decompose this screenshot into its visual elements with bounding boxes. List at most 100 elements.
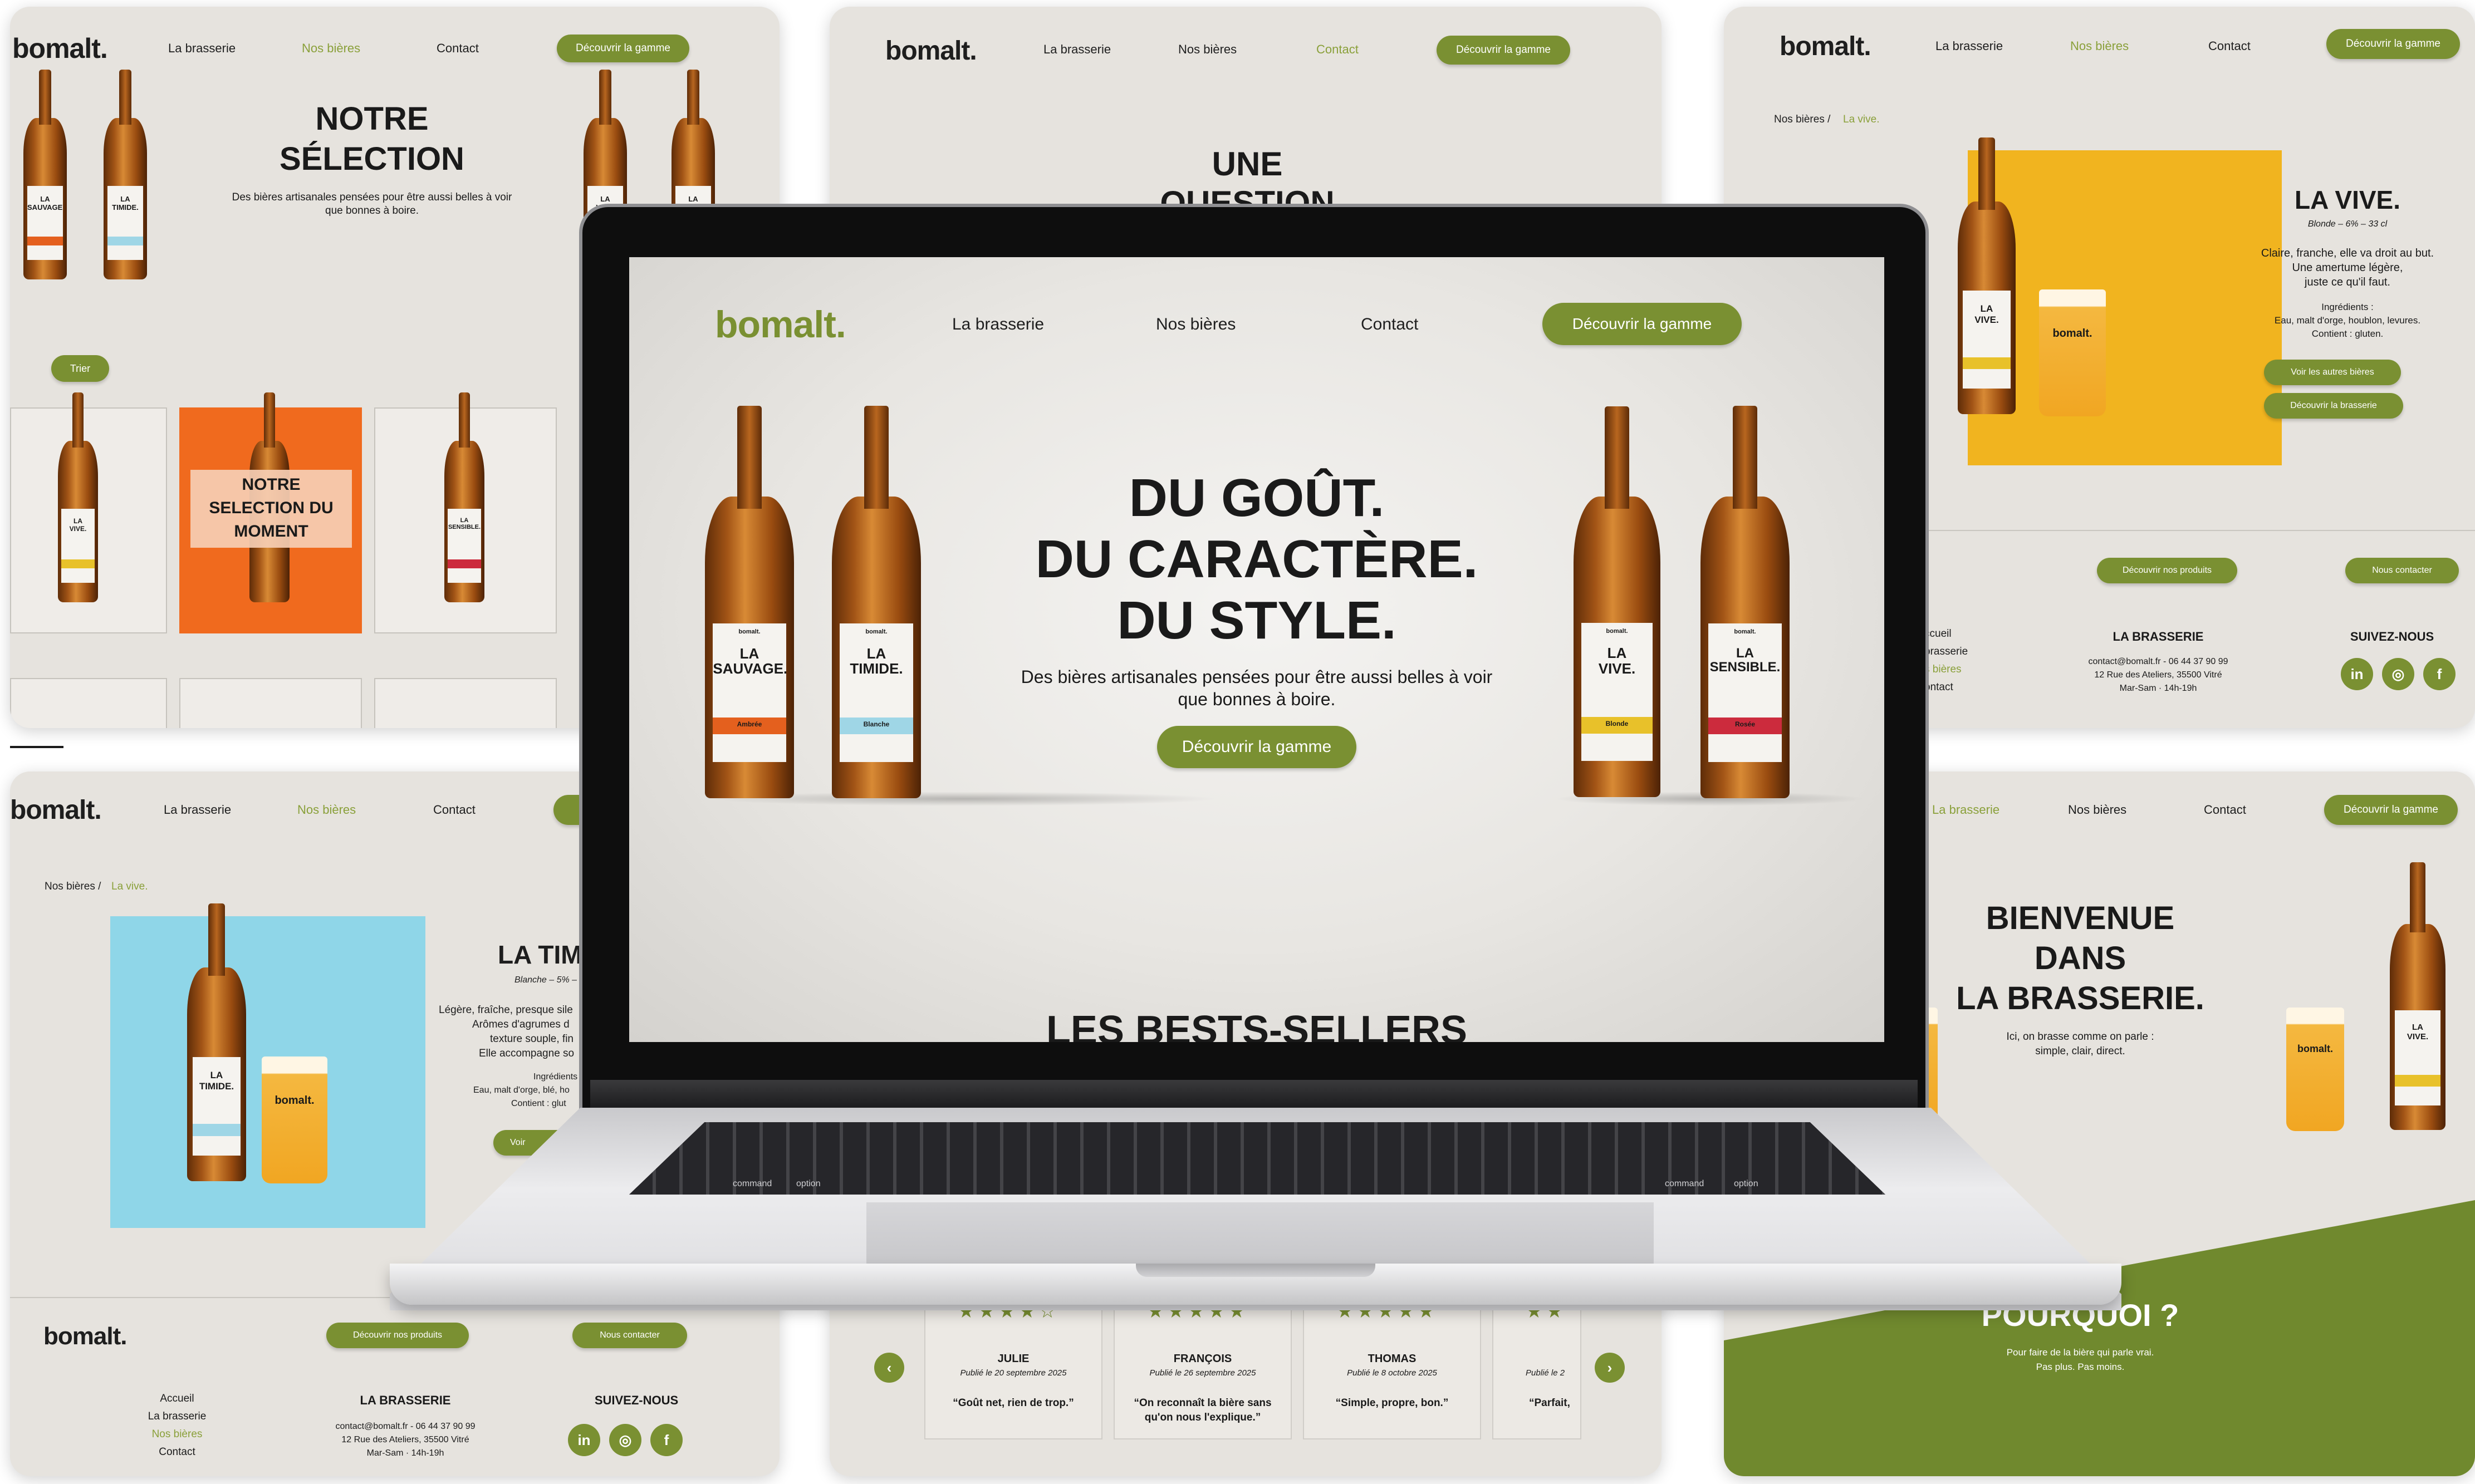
nav-brasserie[interactable]: La brasserie — [1043, 42, 1111, 57]
nav-contact[interactable]: Contact — [2208, 39, 2251, 53]
bottle-sauvage: LA SAUVAGE. — [23, 70, 67, 279]
product-card[interactable] — [179, 678, 362, 728]
bestsellers-heading: LES BESTS-SELLERS — [1046, 1008, 1468, 1042]
product-bottle-timide: LA TIMIDE. — [187, 903, 246, 1181]
label-brand: bomalt. — [1734, 628, 1756, 635]
laptop-hinge — [590, 1080, 1918, 1108]
facebook-icon[interactable]: f — [2423, 658, 2456, 690]
card-bottle-vive: LA VIVE. — [58, 392, 98, 602]
label-line2: SENSIBLE. — [1709, 660, 1781, 675]
selection-title-line2: SÉLECTION — [280, 141, 464, 177]
nav-cta-button[interactable]: Découvrir la gamme — [2326, 29, 2460, 59]
review-date: Publié le 2 — [1526, 1368, 1565, 1378]
discover-products-button[interactable]: Découvrir nos produits — [326, 1323, 469, 1348]
footer-hours: Mar-Sam · 14h-19h — [2119, 684, 2197, 693]
logo[interactable]: bomalt. — [715, 303, 846, 346]
contact-button[interactable]: Nous contacter — [2345, 558, 2459, 583]
footer-link-bieres[interactable]: Nos bières — [110, 1428, 244, 1441]
footer-link-contact[interactable]: Contact — [110, 1446, 244, 1458]
discover-products-button[interactable]: Découvrir nos produits — [2097, 558, 2237, 583]
nav-bieres[interactable]: Nos bières — [2070, 39, 2129, 53]
nav-contact[interactable]: Contact — [1316, 42, 1359, 57]
follow-title: SUIVEZ-NOUS — [594, 1393, 679, 1407]
breadcrumb-parent[interactable]: Nos bières / — [45, 881, 101, 893]
hero-title-line1: DU GOÛT. — [1129, 468, 1385, 528]
nav-contact[interactable]: Contact — [437, 41, 479, 56]
nav-contact[interactable]: Contact — [1361, 315, 1418, 334]
bienvenue-line3: LA BRASSERIE. — [1956, 980, 2204, 1016]
product-card[interactable] — [374, 678, 557, 728]
nav-cta-button[interactable]: Découvrir la gamme — [1437, 36, 1570, 65]
nav-brasserie[interactable]: La brasserie — [952, 315, 1044, 334]
carousel-next-button[interactable]: › — [1595, 1353, 1625, 1383]
footer-link-brasserie[interactable]: brasserie — [1924, 646, 1968, 658]
breadcrumb-parent[interactable]: Nos bières / — [1774, 114, 1830, 126]
linkedin-icon[interactable]: in — [568, 1424, 600, 1456]
product-card[interactable] — [10, 678, 167, 728]
follow-title: SUIVEZ-NOUS — [2350, 630, 2434, 643]
nav-brasserie[interactable]: La brasserie — [164, 803, 231, 817]
beer-glass: bomalt. — [2039, 289, 2106, 416]
nav-cta-button[interactable]: Découvrir la gamme — [557, 35, 689, 62]
nav-contact[interactable]: Contact — [2204, 803, 2246, 817]
nav-bieres[interactable]: Nos bières — [297, 803, 356, 817]
label-line2: TIMIDE. — [850, 660, 903, 677]
product-desc-2: Arômes d'agrumes d — [472, 1019, 570, 1030]
instagram-icon[interactable]: ◎ — [2382, 658, 2414, 690]
footer-link-brasserie[interactable]: La brasserie — [110, 1411, 244, 1423]
footer-link-home[interactable]: Accueil — [110, 1393, 244, 1405]
question-title-line1: UNE — [1212, 145, 1283, 183]
card-bottle-sensible: LA SENSIBLE. — [444, 392, 484, 602]
hero-title-line3: DU STYLE. — [1117, 591, 1396, 650]
label-line1: LA — [866, 645, 886, 662]
logo[interactable]: bomalt. — [10, 795, 102, 825]
hero-bottle-timide: bomalt. LA TIMIDE. Blanche — [832, 406, 921, 798]
discover-brasserie-button[interactable]: Découvrir la brasserie — [2264, 393, 2403, 419]
footer-link-contact[interactable]: ontact — [1924, 681, 1953, 694]
hero-cta-button[interactable]: Découvrir la gamme — [1157, 726, 1356, 768]
ingredients-line-2: Contient : glut — [511, 1099, 566, 1108]
bottle-timide: LA TIMIDE. — [104, 70, 147, 279]
nav-bieres[interactable]: Nos bières — [1178, 42, 1237, 57]
product-desc-3: juste ce qu'il faut. — [2305, 276, 2390, 288]
nav-cta-button[interactable]: Découvrir la gamme — [1542, 303, 1742, 345]
nav-bieres[interactable]: Nos bières — [1156, 315, 1236, 334]
beer-glass: bomalt. — [262, 1057, 327, 1183]
label-line1: LA — [1607, 645, 1627, 662]
logo[interactable]: bomalt. — [12, 32, 108, 65]
ingredients-label: Ingrédients — [533, 1072, 578, 1082]
linkedin-icon[interactable]: in — [2341, 658, 2373, 690]
carousel-prev-button[interactable]: ‹ — [874, 1353, 904, 1383]
filter-button[interactable]: Trier — [51, 355, 109, 382]
ingredients-label: Ingrédients : — [2321, 302, 2374, 312]
logo[interactable]: bomalt. — [885, 36, 977, 66]
featured-overlay-line2: SELECTION DU — [209, 499, 334, 517]
beer-glass: bomalt. — [2286, 1008, 2344, 1131]
review-name: JULIE — [997, 1353, 1030, 1365]
other-beers-button[interactable]: Voir les autres bières — [2264, 360, 2401, 385]
nav-bieres[interactable]: Nos bières — [302, 41, 360, 56]
ingredients-line-2: Contient : gluten. — [2311, 328, 2384, 339]
nav-contact[interactable]: Contact — [433, 803, 476, 817]
instagram-icon[interactable]: ◎ — [609, 1424, 641, 1456]
divider-line — [10, 746, 63, 748]
footer-link-home[interactable]: ccueil — [1924, 628, 1952, 640]
facebook-icon[interactable]: f — [650, 1424, 683, 1456]
key-option-left: option — [796, 1179, 821, 1188]
contact-button[interactable]: Nous contacter — [572, 1323, 687, 1348]
label-line1: LA — [739, 645, 759, 662]
nav-brasserie[interactable]: La brasserie — [1935, 39, 2003, 53]
nav-brasserie[interactable]: La brasserie — [1932, 803, 1999, 817]
key-command-left: command — [733, 1179, 772, 1188]
logo[interactable]: bomalt. — [1780, 31, 1871, 62]
nav-cta-button[interactable]: Découvrir la gamme — [2324, 795, 2458, 825]
nav-brasserie[interactable]: La brasserie — [168, 41, 236, 56]
label-line2: SAUVAGE. — [713, 660, 786, 677]
featured-overlay-line1: NOTRE — [242, 475, 301, 494]
hero-subtitle-line1: Des bières artisanales pensées pour être… — [1021, 667, 1493, 687]
nav-bieres[interactable]: Nos bières — [2068, 803, 2126, 817]
review-date: Publié le 26 septembre 2025 — [1149, 1368, 1256, 1378]
footer-link-bieres[interactable]: s bières — [1924, 664, 1962, 676]
trackpad — [866, 1202, 1654, 1268]
hero-title-line2: DU CARACTÈRE. — [1035, 529, 1478, 589]
